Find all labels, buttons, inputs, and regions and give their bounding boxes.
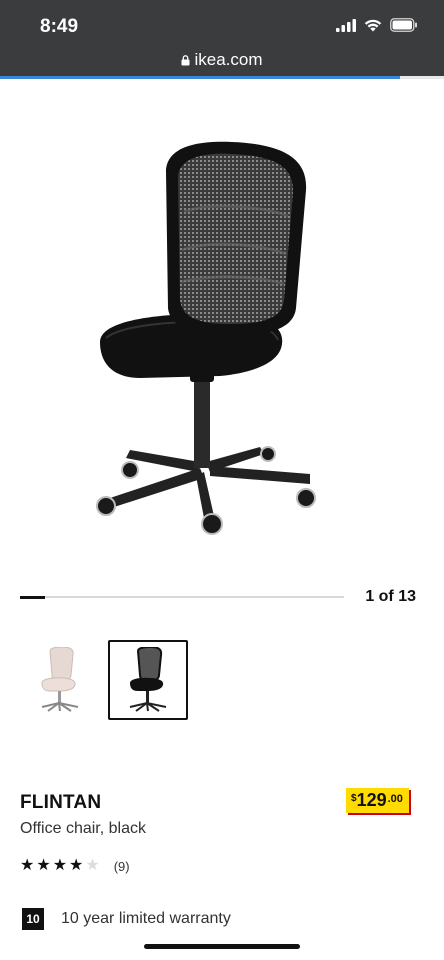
thumbnail-beige-chair[interactable] bbox=[20, 640, 100, 720]
home-indicator[interactable] bbox=[144, 944, 300, 949]
address-bar[interactable]: ikea.com bbox=[0, 50, 444, 70]
warranty-info: 10 10 year limited warranty bbox=[22, 908, 231, 930]
status-bar: 8:49 ikea.com bbox=[0, 0, 444, 76]
star-empty-icon: ★ bbox=[85, 857, 100, 874]
black-chair-thumbnail-image bbox=[129, 647, 167, 712]
lock-icon bbox=[181, 55, 190, 66]
url-text: ikea.com bbox=[194, 50, 263, 69]
star-filled-icon: ★ bbox=[69, 857, 84, 874]
product-rating[interactable]: ★ ★ ★ ★ ★ (9) bbox=[20, 858, 130, 874]
status-time: 8:49 bbox=[40, 16, 79, 37]
star-filled-icon: ★ bbox=[36, 857, 51, 874]
review-count: (9) bbox=[113, 858, 130, 874]
product-name: FLINTAN bbox=[20, 792, 102, 813]
beige-chair-thumbnail-image bbox=[41, 647, 79, 712]
wifi-icon bbox=[364, 19, 382, 31]
product-description: Office chair, black bbox=[20, 820, 146, 837]
warranty-badge: 10 bbox=[22, 908, 44, 930]
price-tag: $ 129 .00 bbox=[346, 788, 409, 813]
star-filled-icon: ★ bbox=[52, 857, 68, 874]
carousel-counter: 1 of 13 bbox=[365, 588, 416, 605]
rating-stars: ★ ★ ★ ★ ★ bbox=[20, 858, 100, 874]
battery-icon bbox=[390, 18, 417, 32]
product-image[interactable] bbox=[60, 132, 384, 542]
price-whole: 129 bbox=[356, 790, 387, 810]
carousel-progress-fill bbox=[20, 595, 45, 599]
star-filled-icon: ★ bbox=[20, 857, 35, 874]
signal-icon bbox=[336, 18, 356, 32]
price-cents: .00 bbox=[387, 793, 403, 805]
thumbnail-black-chair[interactable] bbox=[108, 640, 188, 720]
status-icons bbox=[336, 18, 418, 32]
warranty-text: 10 year limited warranty bbox=[61, 910, 231, 927]
carousel-progress bbox=[20, 595, 344, 599]
page-load-progress bbox=[0, 76, 444, 79]
page-load-progress-fill bbox=[0, 76, 400, 79]
